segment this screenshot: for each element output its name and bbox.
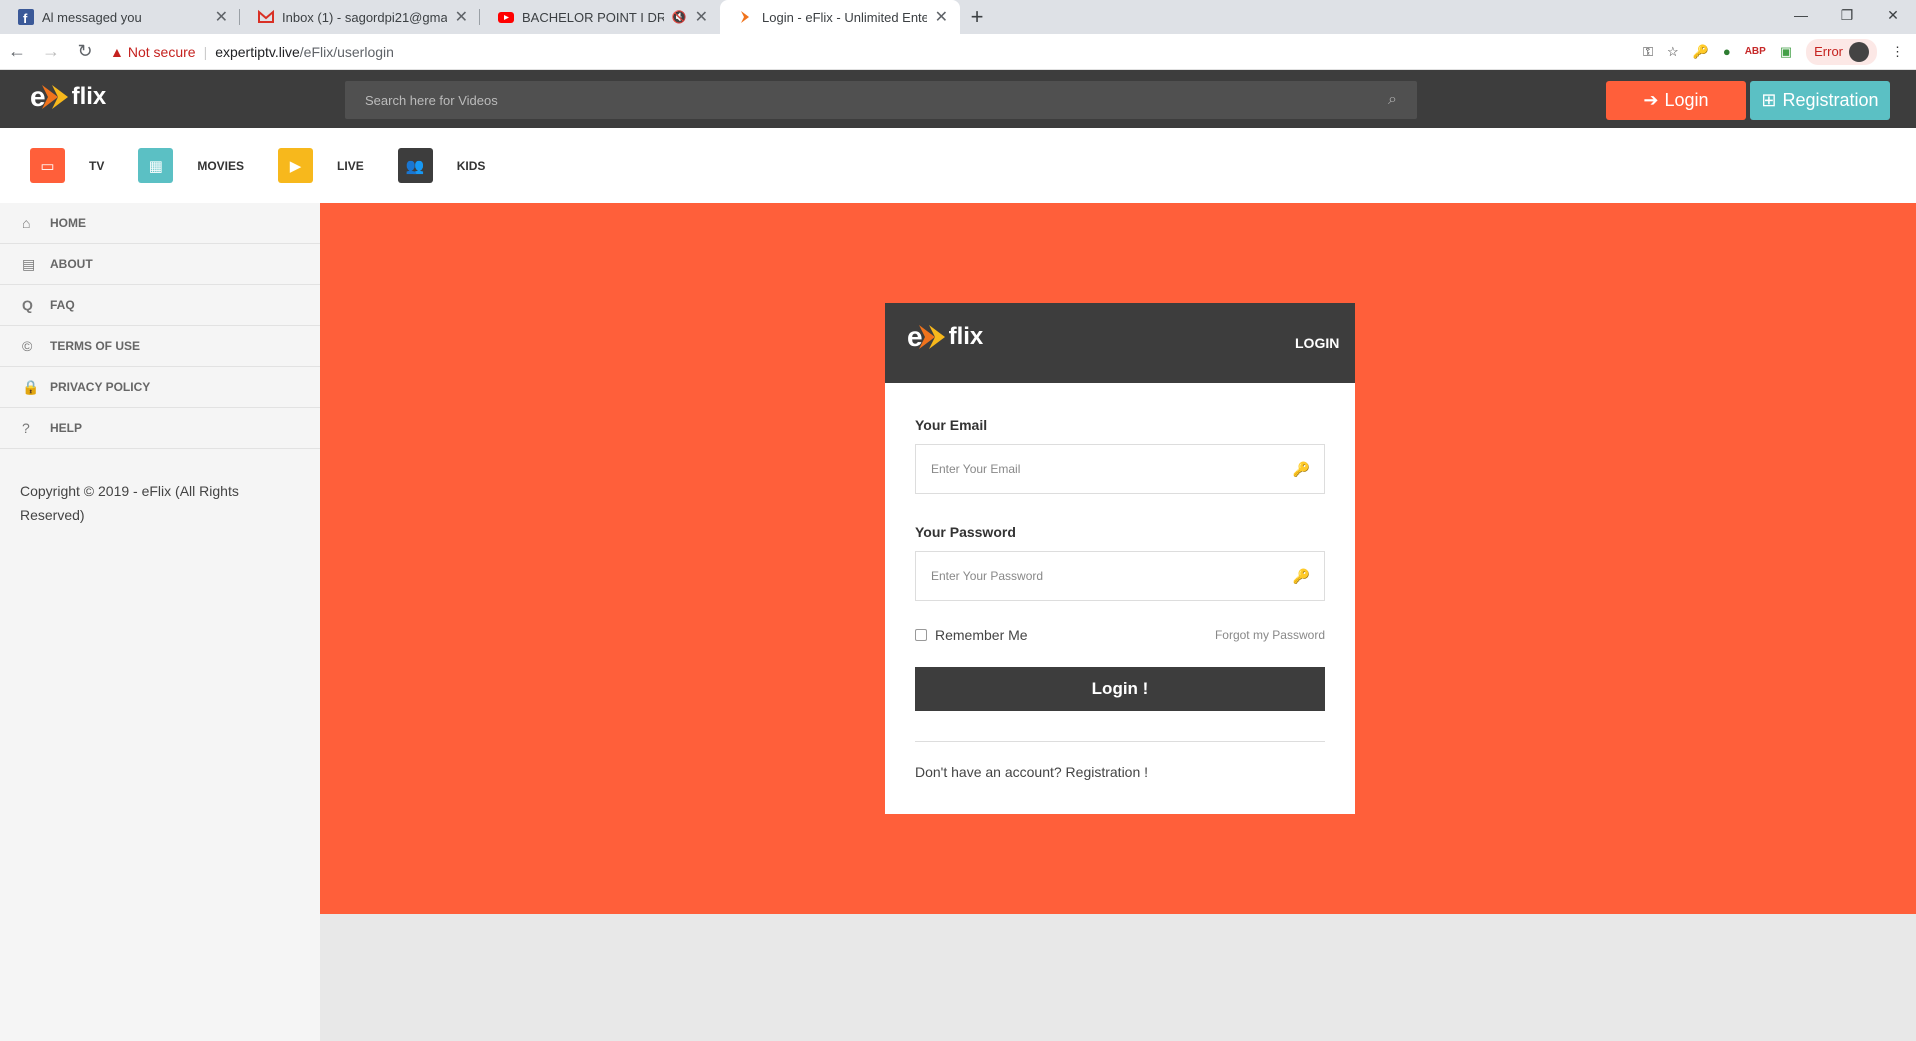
profile-error-pill[interactable]: Error <box>1806 38 1877 65</box>
login-card-header: e flix LOGIN <box>885 303 1355 383</box>
divider <box>915 741 1325 742</box>
extension-key-icon[interactable]: 🔑 <box>1693 44 1709 60</box>
extension-tv-icon[interactable]: ▣ <box>1780 44 1792 60</box>
menu-icon[interactable]: ⋮ <box>1891 44 1904 60</box>
sidebar: ⌂ HOME ▤ ABOUT Q FAQ © TERMS OF USE 🔒 PR… <box>0 203 320 1041</box>
remember-label: Remember Me <box>935 627 1028 643</box>
gmail-icon <box>258 9 274 25</box>
sidebar-item-faq[interactable]: Q FAQ <box>0 285 320 326</box>
login-card-title: LOGIN <box>1295 335 1340 351</box>
card-logo: e flix <box>907 321 984 352</box>
browser-tab-facebook[interactable]: f Al messaged you ✕ <box>0 0 240 34</box>
main-footer-area <box>320 914 1916 1041</box>
search-input[interactable] <box>365 92 1389 108</box>
forward-icon[interactable]: → <box>34 35 68 69</box>
extension-globe-icon[interactable]: ● <box>1723 44 1731 59</box>
search-icon[interactable]: ⌕ <box>1388 91 1397 109</box>
site-header: e flix ⌕ ➔ Login ⊞ Registration <box>0 70 1916 128</box>
tab-title: Inbox (1) - sagordpi21@gmail.co <box>282 9 447 25</box>
header-login-button[interactable]: ➔ Login <box>1606 81 1746 120</box>
close-icon[interactable]: ✕ <box>455 7 468 27</box>
security-label[interactable]: Not secure <box>128 44 196 60</box>
header-registration-button[interactable]: ⊞ Registration <box>1750 81 1890 120</box>
tab-title: Login - eFlix - Unlimited Entertai <box>762 9 927 25</box>
close-icon[interactable]: ✕ <box>215 7 228 27</box>
book-icon: ▤ <box>22 255 36 272</box>
sign-in-icon: ➔ <box>1643 90 1659 110</box>
browser-tab-youtube[interactable]: BACHELOR POINT I DRAMA 🔇 ✕ <box>480 0 720 34</box>
plus-square-icon: ⊞ <box>1761 90 1777 110</box>
back-icon[interactable]: ← <box>0 35 34 69</box>
registration-prompt[interactable]: Don't have an account? Registration ! <box>915 764 1325 780</box>
svg-text:f: f <box>23 11 28 25</box>
category-bar: ▭ TV ▦ MOVIES ▶ LIVE 👥 KIDS <box>0 128 1916 203</box>
logo-chevron-icon <box>918 325 945 349</box>
star-icon[interactable]: ☆ <box>1667 44 1679 60</box>
address-bar: ← → ↻ ▲ Not secure | expertiptv.live/eFl… <box>0 34 1916 70</box>
facebook-icon: f <box>18 9 34 25</box>
film-icon: ▦ <box>138 148 174 183</box>
remember-me[interactable]: Remember Me <box>915 627 1028 643</box>
category-movies[interactable]: ▦ MOVIES <box>138 148 244 183</box>
eflix-logo[interactable]: e flix <box>30 81 106 113</box>
avatar <box>1849 41 1869 62</box>
category-kids[interactable]: 👥 KIDS <box>397 148 485 183</box>
close-icon[interactable]: ✕ <box>695 7 708 27</box>
browser-tab-eflix[interactable]: Login - eFlix - Unlimited Entertai ✕ <box>720 0 960 34</box>
help-icon: ? <box>22 420 30 436</box>
omnibox[interactable]: ▲ Not secure | expertiptv.live/eFlix/use… <box>102 38 1643 66</box>
category-live[interactable]: ▶ LIVE <box>278 148 364 183</box>
sidebar-item-about[interactable]: ▤ ABOUT <box>0 244 320 285</box>
youtube-icon <box>498 9 514 25</box>
terms-icon: © <box>22 338 33 354</box>
sidebar-item-help[interactable]: ? HELP <box>0 408 320 449</box>
browser-tab-gmail[interactable]: Inbox (1) - sagordpi21@gmail.co ✕ <box>240 0 480 34</box>
key-icon: 🔑 <box>1292 460 1310 477</box>
new-tab-button[interactable]: + <box>960 0 994 34</box>
category-tv[interactable]: ▭ TV <box>30 148 104 183</box>
password-field-wrapper: 🔑 <box>915 551 1325 601</box>
forgot-password-link[interactable]: Forgot my Password <box>1215 628 1325 642</box>
key-icon[interactable]: ⚿ <box>1643 44 1653 60</box>
question-search-icon: Q <box>22 297 33 313</box>
users-icon: 👥 <box>397 148 433 183</box>
login-card: e flix LOGIN Your Email 🔑 Your Password … <box>885 303 1355 814</box>
email-label: Your Email <box>915 417 988 433</box>
adblock-icon[interactable]: ABP <box>1745 46 1766 57</box>
sidebar-item-privacy[interactable]: 🔒 PRIVACY POLICY <box>0 367 320 408</box>
eflix-icon <box>738 9 754 25</box>
tab-title: Al messaged you <box>42 9 142 25</box>
mute-icon[interactable]: 🔇 <box>672 10 687 24</box>
logo-chevron-icon <box>41 85 68 109</box>
home-icon: ⌂ <box>22 215 31 231</box>
email-field[interactable] <box>931 462 1293 476</box>
url-text[interactable]: expertiptv.live/eFlix/userlogin <box>215 44 394 60</box>
tv-icon: ▭ <box>30 148 65 183</box>
sidebar-item-terms[interactable]: © TERMS OF USE <box>0 326 320 367</box>
password-field[interactable] <box>931 569 1293 583</box>
close-window-icon[interactable]: ✕ <box>1870 0 1916 30</box>
search-bar: ⌕ <box>345 81 1417 119</box>
sidebar-item-home[interactable]: ⌂ HOME <box>0 203 320 244</box>
restore-icon[interactable]: ❐ <box>1824 0 1870 30</box>
email-field-wrapper: 🔑 <box>915 444 1325 494</box>
browser-tab-bar: f Al messaged you ✕ Inbox (1) - sagordpi… <box>0 0 1916 34</box>
remember-checkbox[interactable] <box>915 629 927 641</box>
tab-title: BACHELOR POINT I DRAMA <box>522 9 664 25</box>
lock-icon: 🔒 <box>22 378 40 395</box>
key-icon: 🔑 <box>1292 567 1310 584</box>
minimize-icon[interactable]: — <box>1778 0 1824 30</box>
copyright-text: Copyright © 2019 - eFlix (All Rights Res… <box>20 483 239 523</box>
close-icon[interactable]: ✕ <box>935 7 948 27</box>
login-submit-button[interactable]: Login ! <box>915 667 1325 711</box>
warning-icon[interactable]: ▲ <box>110 44 124 60</box>
reload-icon[interactable]: ↻ <box>68 35 102 69</box>
play-icon: ▶ <box>278 148 314 183</box>
password-label: Your Password <box>915 524 1016 540</box>
